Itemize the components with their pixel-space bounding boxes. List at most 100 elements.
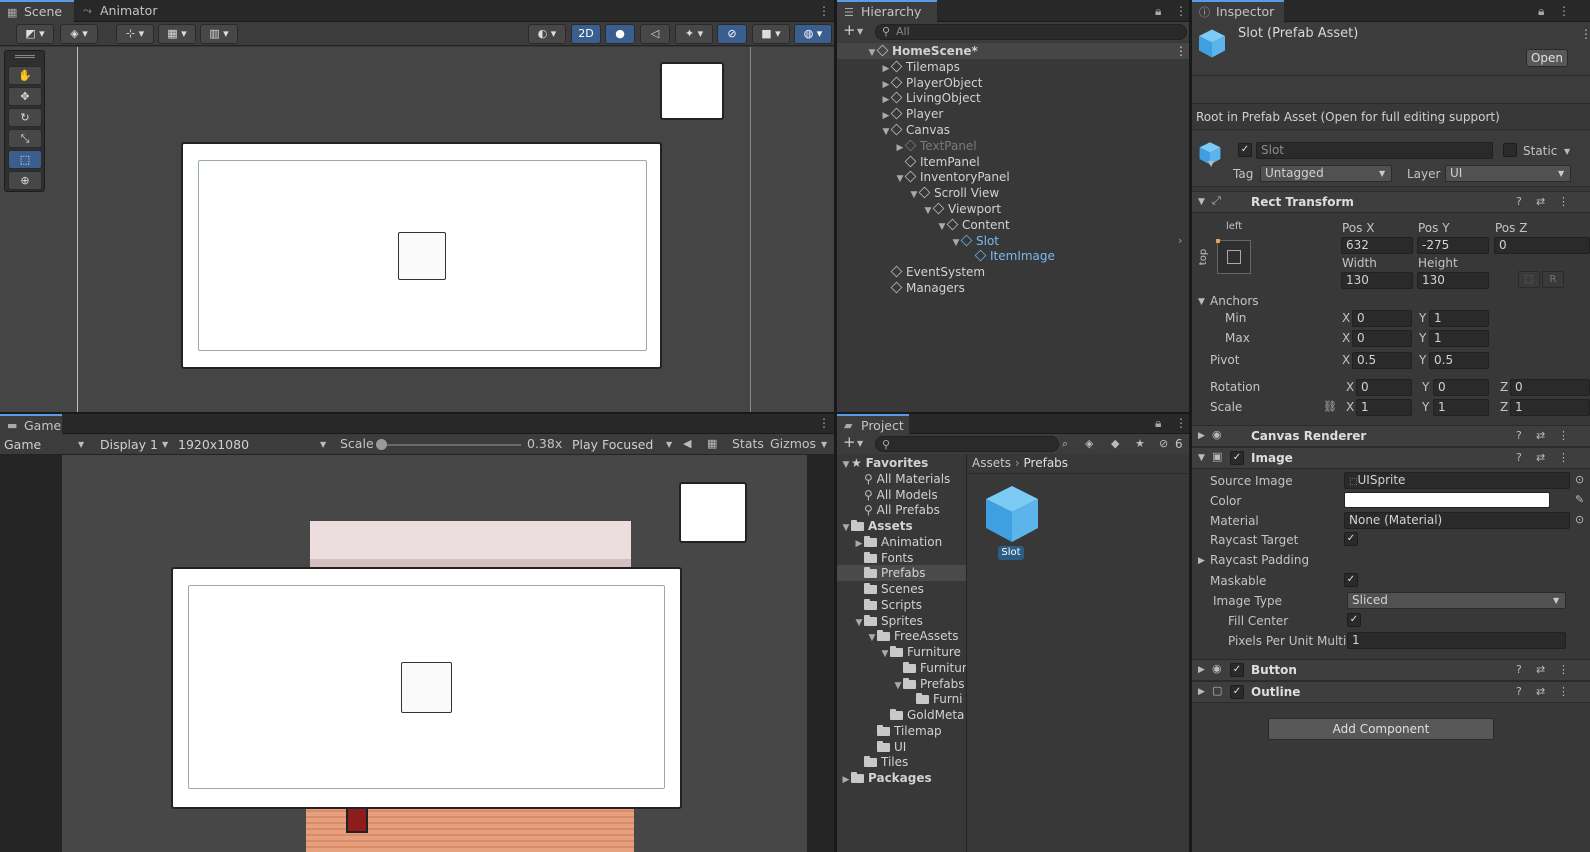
max-y-field[interactable]: 1	[1429, 330, 1489, 347]
project-tree-item[interactable]: ▼ Prefabs	[837, 676, 966, 692]
project-tree-item[interactable]: Furni	[837, 691, 966, 707]
chevron-down-icon[interactable]: ▼	[1564, 145, 1570, 159]
raw-edit-button[interactable]: R	[1542, 271, 1564, 288]
keyboard-icon[interactable]: ▦	[707, 437, 717, 451]
project-tree-item[interactable]: Fonts	[837, 550, 966, 566]
image-header[interactable]: ▼ ▣ ✓ Image ? ⇄ ⋮	[1192, 447, 1590, 469]
snap-button[interactable]: ⊹ ▾	[116, 24, 154, 44]
chevron-down-icon[interactable]: ▼	[841, 457, 851, 471]
scene-menu-icon[interactable]: ⋮	[818, 4, 830, 18]
hidden-packages-icon[interactable]: ⊘	[1159, 437, 1168, 451]
project-menu-icon[interactable]: ⋮	[1175, 416, 1187, 430]
help-icon[interactable]: ?	[1516, 685, 1522, 699]
scene-menu-icon[interactable]: ⋮	[1175, 43, 1187, 59]
color-swatch[interactable]	[1344, 492, 1550, 508]
project-tree-item[interactable]: ▼ Assets	[837, 518, 966, 534]
hand-tool-icon[interactable]: ✋	[8, 66, 42, 85]
game-inventory-panel[interactable]	[171, 567, 682, 809]
render-mode-button[interactable]: ◐ ▾	[528, 24, 566, 44]
project-tree-item[interactable]: UI	[837, 739, 966, 755]
prefab-asset-slot[interactable]: Slot	[982, 482, 1042, 562]
eyedropper-icon[interactable]: ✎	[1575, 493, 1584, 507]
pivot-x-field[interactable]: 0.5	[1352, 352, 1412, 369]
chevron-down-icon[interactable]: ▼	[857, 437, 863, 451]
layer-dropdown[interactable]: UI ▼	[1445, 165, 1571, 182]
tab-animator[interactable]: ⤳ Animator	[76, 0, 167, 22]
inspector-menu-icon[interactable]: ⋮	[1558, 4, 1570, 18]
mute-audio-icon[interactable]: ◀	[683, 437, 691, 451]
max-x-field[interactable]: 0	[1352, 330, 1412, 347]
hierarchy-item[interactable]: ▶ LivingObject	[837, 90, 1189, 106]
chevron-down-icon[interactable]: ▼	[841, 520, 851, 534]
hierarchy-item[interactable]: ▼ Slot	[837, 233, 1189, 249]
help-icon[interactable]: ?	[1516, 451, 1522, 465]
grid-snap-button[interactable]: ▦ ▾	[158, 24, 196, 44]
chevron-right-icon[interactable]: ▶	[841, 772, 851, 786]
blueprint-mode-button[interactable]: ⬚	[1518, 271, 1540, 288]
hierarchy-item[interactable]: ▶ Player	[837, 106, 1189, 122]
project-tree-item[interactable]: ⚲ All Materials	[837, 471, 966, 487]
help-icon[interactable]: ?	[1516, 663, 1522, 677]
button-header[interactable]: ▶ ◉ ✓ Button ? ⇄ ⋮	[1192, 659, 1590, 681]
draw-mode-button[interactable]: ◩ ▾	[16, 24, 54, 44]
scale-slider-track[interactable]	[381, 444, 521, 446]
presets-icon[interactable]: ⇄	[1536, 685, 1545, 699]
inspector-header-menu-icon[interactable]: ⋮	[1580, 26, 1590, 42]
search-filter-icon[interactable]: ⌕	[1062, 437, 1068, 451]
chevron-down-icon[interactable]: ▼	[857, 25, 863, 39]
anchor-presets-button[interactable]	[1216, 239, 1251, 274]
active-checkbox[interactable]: ✓	[1238, 143, 1252, 157]
project-tree-item[interactable]: GoldMeta	[837, 707, 966, 723]
rotation-y-field[interactable]: 0	[1433, 379, 1489, 396]
play-mode-dropdown[interactable]: Play Focused ▼	[572, 436, 676, 453]
gizmos-button[interactable]: Gizmos	[770, 436, 816, 452]
image-type-dropdown[interactable]: Sliced ▼	[1347, 592, 1566, 609]
tab-scene[interactable]: ▦ Scene	[0, 0, 74, 22]
breadcrumb-prefabs[interactable]: Prefabs	[1024, 456, 1069, 470]
chevron-down-icon[interactable]: ▼	[821, 440, 827, 449]
chevron-down-icon[interactable]: ▼	[1208, 157, 1214, 171]
button-enabled-checkbox[interactable]: ✓	[1230, 663, 1244, 677]
tab-inspector[interactable]: ⓘ Inspector	[1192, 0, 1284, 22]
help-icon[interactable]: ?	[1516, 429, 1522, 443]
game-small-panel[interactable]	[679, 482, 747, 543]
hierarchy-item[interactable]: ▼ Viewport	[837, 201, 1189, 217]
add-icon[interactable]: +	[843, 23, 856, 38]
add-component-button[interactable]: Add Component	[1268, 718, 1494, 740]
material-field[interactable]: None (Material)	[1344, 512, 1570, 529]
gizmos-toggle-icon[interactable]: ◍ ▾	[794, 24, 832, 44]
presets-icon[interactable]: ⇄	[1536, 451, 1545, 465]
project-tree-item[interactable]: ▼ Sprites	[837, 613, 966, 629]
chevron-down-icon[interactable]: ▼	[880, 646, 890, 660]
canvas-renderer-header[interactable]: ▶ ◉ Canvas Renderer ? ⇄ ⋮	[1192, 425, 1590, 447]
help-icon[interactable]: ?	[1516, 195, 1522, 209]
chevron-down-icon[interactable]: ▼	[854, 615, 864, 629]
tab-game[interactable]: ▬ Game	[0, 414, 62, 434]
audio-toggle-icon[interactable]: ◁	[640, 24, 670, 44]
project-tree-item[interactable]: Scripts	[837, 597, 966, 613]
hierarchy-item[interactable]: ▶ Tilemaps	[837, 59, 1189, 75]
rotate-tool-icon[interactable]: ↻	[8, 108, 42, 127]
min-x-field[interactable]: 0	[1352, 310, 1412, 327]
project-search-input[interactable]: ⚲	[875, 436, 1059, 452]
hierarchy-search-input[interactable]: ⚲ All	[875, 24, 1187, 40]
component-menu-icon[interactable]: ⋮	[1558, 663, 1569, 677]
open-button[interactable]: Open	[1526, 49, 1568, 67]
display-dropdown[interactable]: Display 1 ▼	[100, 436, 172, 453]
scene-slot[interactable]	[398, 232, 446, 280]
presets-icon[interactable]: ⇄	[1536, 429, 1545, 443]
chevron-down-icon[interactable]: ▼	[867, 630, 877, 644]
move-tool-icon[interactable]: ✥	[8, 87, 42, 106]
project-tree-item[interactable]: Prefabs	[837, 565, 966, 582]
presets-icon[interactable]: ⇄	[1536, 195, 1545, 209]
hierarchy-menu-icon[interactable]: ⋮	[1175, 4, 1187, 18]
label-filter-icon[interactable]: ◆	[1111, 437, 1119, 451]
raycast-target-checkbox[interactable]: ✓	[1344, 532, 1358, 546]
scale-x-field[interactable]: 1	[1356, 399, 1412, 416]
project-tree-item[interactable]: ▼ ★ Favorites	[837, 455, 966, 471]
source-image-field[interactable]: ⬚UISprite	[1344, 472, 1570, 489]
scale-z-field[interactable]: 1	[1510, 399, 1590, 416]
scale-tool-icon[interactable]: ⤡	[8, 129, 42, 148]
outline-header[interactable]: ▶ ▢ ✓ Outline ? ⇄ ⋮	[1192, 681, 1590, 703]
game-menu-icon[interactable]: ⋮	[818, 416, 830, 430]
